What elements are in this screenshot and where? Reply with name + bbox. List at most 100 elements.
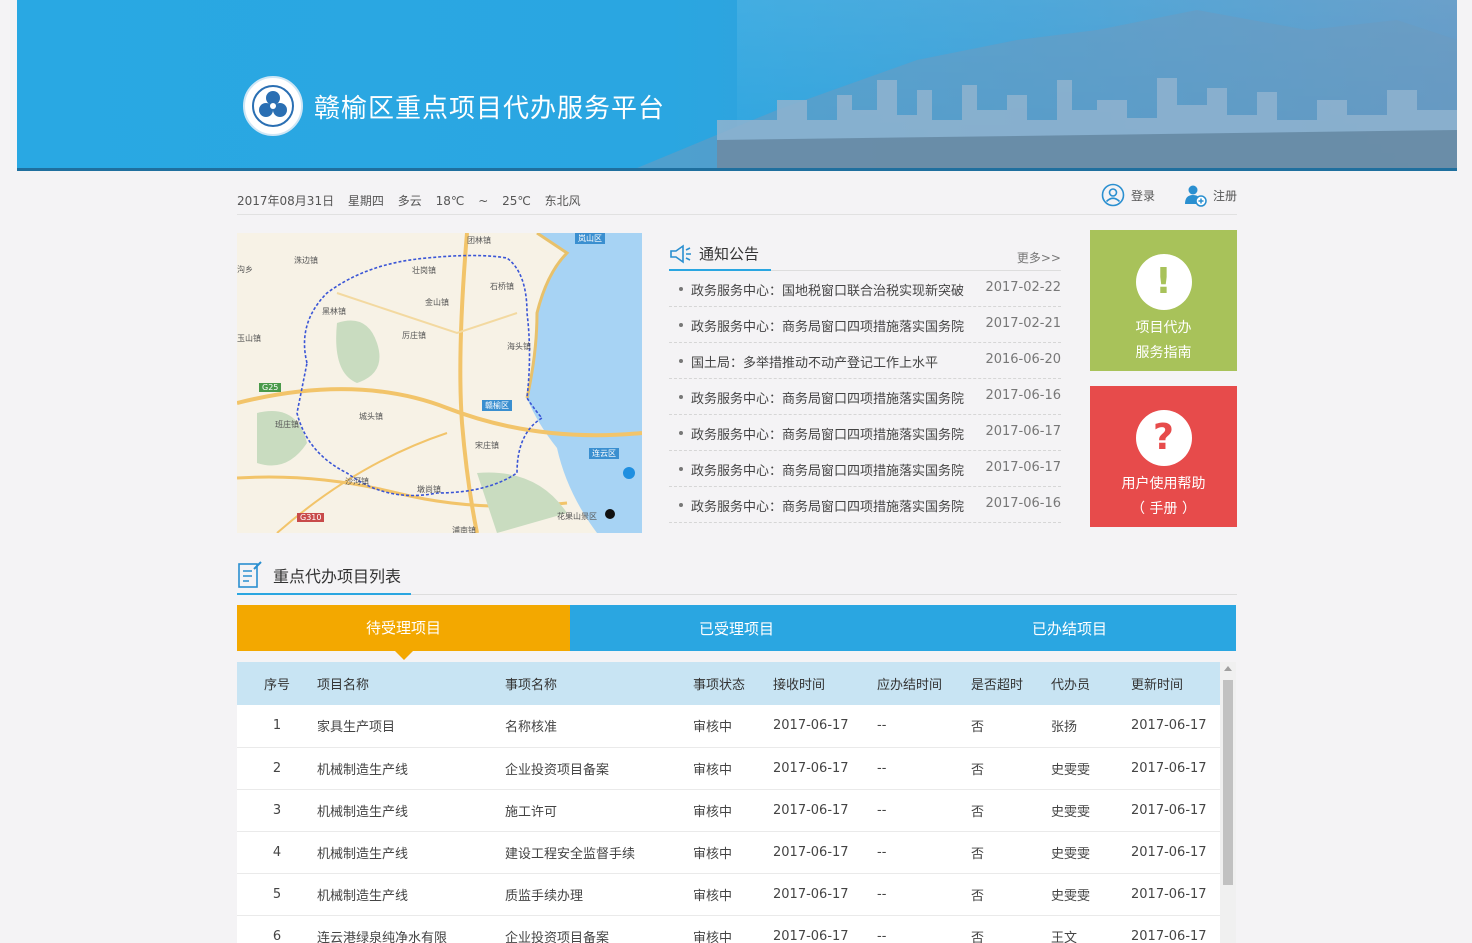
project-list-title: 重点代办项目列表 — [273, 567, 402, 586]
map-label: 浦南镇 — [452, 526, 476, 533]
table-cell: 否 — [971, 915, 1051, 943]
notice-item-title: 政务服务中心：商务局窗口四项措施落实国务院 — [691, 320, 965, 335]
weather-text: 多云 — [397, 194, 422, 208]
notice-header: 通知公告 更多>> — [669, 233, 1061, 271]
tab-completed[interactable]: 已办结项目 — [903, 605, 1236, 651]
project-list-title-tab: 重点代办项目列表 — [237, 557, 412, 595]
tab-accepted-label: 已受理项目 — [698, 620, 774, 638]
info-bar: 2017年08月31日 星期四 多云 18℃ ~ 25℃ 东北风 登录 注册 — [237, 183, 1237, 215]
notice-item[interactable]: 政务服务中心：国地税窗口联合治税实现新突破 2017-02-22 — [669, 271, 1061, 307]
table-cell: 否 — [971, 705, 1051, 748]
notice-item[interactable]: 政务服务中心：商务局窗口四项措施落实国务院 2017-06-17 — [669, 451, 1061, 487]
table-cell: 审核中 — [693, 873, 773, 916]
col-header[interactable]: 是否超时 — [971, 662, 1051, 705]
scroll-up-icon[interactable] — [1224, 666, 1232, 671]
table-cell: 2017-06-17 — [773, 831, 877, 874]
notice-item-date: 2017-06-17 — [985, 424, 1061, 439]
col-header[interactable]: 事项状态 — [693, 662, 773, 705]
tab-completed-label: 已办结项目 — [1031, 620, 1107, 638]
map-label: 宋庄镇 — [475, 441, 499, 450]
table-cell: 2017-06-17 — [1131, 873, 1221, 916]
notice-item[interactable]: 政务服务中心：商务局窗口四项措施落实国务院 2017-06-16 — [669, 487, 1061, 523]
map-label: 黑林镇 — [322, 307, 346, 316]
notice-item-title: 政务服务中心：商务局窗口四项措施落实国务院 — [691, 500, 965, 515]
logo-emblem-icon — [252, 85, 294, 127]
table-scrollbar[interactable] — [1220, 662, 1236, 943]
map-label: 海头镇 — [507, 342, 531, 351]
table-cell: 否 — [971, 747, 1051, 790]
notice-item-date: 2017-02-22 — [985, 280, 1061, 295]
user-icon — [1101, 183, 1125, 207]
col-header[interactable]: 更新时间 — [1131, 662, 1221, 705]
col-header[interactable]: 项目名称 — [317, 662, 505, 705]
notice-item-title: 政务服务中心：商务局窗口四项措施落实国务院 — [691, 392, 965, 407]
notice-item-date: 2017-06-16 — [985, 388, 1061, 403]
notice-item[interactable]: 国土局：多举措推动不动产登记工作上水平 2016-06-20 — [669, 343, 1061, 379]
map-label: 壮岗镇 — [412, 266, 436, 275]
table-cell: 建设工程安全监督手续 — [505, 831, 693, 874]
map-label: 洙边镇 — [294, 256, 318, 265]
document-edit-icon — [238, 561, 262, 588]
table-cell: -- — [877, 747, 971, 790]
notice-item[interactable]: 政务服务中心：商务局窗口四项措施落实国务院 2017-02-21 — [669, 307, 1061, 343]
table-row[interactable]: 2 机械制造生产线 企业投资项目备案 审核中 2017-06-17 -- 否史雯雯 2017-… — [237, 747, 1221, 790]
notice-item[interactable]: 政务服务中心：商务局窗口四项措施落实国务院 2017-06-17 — [669, 415, 1061, 451]
notice-item-title: 政务服务中心：商务局窗口四项措施落实国务院 — [691, 428, 965, 443]
table-row[interactable]: 1 家具生产项目 名称核准 审核中 2017-06-17 -- 否张扬 2017-06-17 — [237, 705, 1221, 748]
temp-high-text: 25℃ — [502, 194, 531, 208]
notice-item-title: 政务服务中心：商务局窗口四项措施落实国务院 — [691, 464, 965, 479]
map-label: 厉庄镇 — [402, 331, 426, 340]
table-row[interactable]: 4 机械制造生产线 建设工程安全监督手续 审核中 2017-06-17 -- 否史雯雯 201… — [237, 831, 1221, 874]
map-label: 金山镇 — [425, 298, 449, 307]
site-logo[interactable] — [243, 76, 303, 136]
table-cell: 3 — [237, 789, 317, 832]
col-header[interactable]: 事项名称 — [505, 662, 693, 705]
login-link[interactable]: 登录 — [1101, 183, 1155, 207]
notice-item-date: 2016-06-20 — [985, 352, 1061, 367]
service-guide-line1: 项目代办 — [1135, 320, 1192, 336]
region-map[interactable]: 团林镇 洙边镇 岚山区 沟乡 壮岗镇 石桥镇 黑林镇 金山镇 玉山镇 厉庄镇 海… — [237, 233, 642, 533]
map-road-tag: G310 — [297, 513, 325, 522]
table-cell: 2017-06-17 — [773, 873, 877, 916]
project-table-container: 序号 项目名称 事项名称 事项状态 接收时间 应办结时间 是否超时 代办员 更新… — [237, 662, 1236, 943]
tab-accepted[interactable]: 已受理项目 — [570, 605, 903, 651]
table-cell: 2017-06-17 — [1131, 705, 1221, 748]
table-cell: -- — [877, 705, 971, 748]
notice-item-date: 2017-02-21 — [985, 316, 1061, 331]
weekday-text: 星期四 — [347, 194, 384, 208]
table-row[interactable]: 5 机械制造生产线 质监手续办理 审核中 2017-06-17 -- 否史雯雯 2017-06… — [237, 873, 1221, 916]
col-header[interactable]: 接收时间 — [773, 662, 877, 705]
table-row[interactable]: 6 连云港绿泉纯净水有限 企业投资项目备案 审核中 2017-06-17 -- 否王文 201… — [237, 915, 1221, 943]
table-row[interactable]: 3 机械制造生产线 施工许可 审核中 2017-06-17 -- 否史雯雯 2017-06-1… — [237, 789, 1221, 832]
scrollbar-thumb[interactable] — [1223, 680, 1233, 885]
tab-pending[interactable]: 待受理项目 — [237, 605, 570, 660]
service-guide-tile[interactable]: ! 项目代办 服务指南 — [1090, 230, 1237, 371]
megaphone-icon — [670, 243, 691, 264]
table-cell: -- — [877, 873, 971, 916]
map-label: 沟乡 — [237, 265, 253, 274]
question-icon: ? — [1135, 410, 1192, 466]
exclamation-icon: ! — [1135, 254, 1192, 310]
table-cell: 审核中 — [693, 705, 773, 748]
table-cell: 6 — [237, 915, 317, 943]
user-help-tile[interactable]: ? 用户使用帮助 （ 手册 ） — [1090, 386, 1237, 527]
table-cell: 2017-06-17 — [1131, 747, 1221, 790]
col-header[interactable]: 代办员 — [1051, 662, 1131, 705]
tab-pending-label: 待受理项目 — [365, 619, 441, 637]
register-link[interactable]: 注册 — [1183, 183, 1237, 207]
table-cell: 2017-06-17 — [773, 747, 877, 790]
table-cell: 5 — [237, 873, 317, 916]
notice-more-link[interactable]: 更多>> — [1017, 249, 1061, 266]
notice-list: 政务服务中心：国地税窗口联合治税实现新突破 2017-02-22 政务服务中心：商… — [669, 271, 1061, 523]
notice-title-tab: 通知公告 — [669, 238, 772, 271]
table-cell: 2017-06-17 — [1131, 915, 1221, 943]
table-cell: 2017-06-17 — [1131, 831, 1221, 874]
date-text: 2017年08月31日 — [237, 194, 335, 208]
col-header[interactable]: 应办结时间 — [877, 662, 971, 705]
user-help-line2: （ 手册 ） — [1131, 501, 1196, 517]
table-cell: 名称核准 — [505, 705, 693, 748]
col-header[interactable]: 序号 — [237, 662, 317, 705]
auth-links: 登录 注册 — [1101, 183, 1237, 207]
notice-item[interactable]: 政务服务中心：商务局窗口四项措施落实国务院 2017-06-16 — [669, 379, 1061, 415]
table-cell: 否 — [971, 789, 1051, 832]
